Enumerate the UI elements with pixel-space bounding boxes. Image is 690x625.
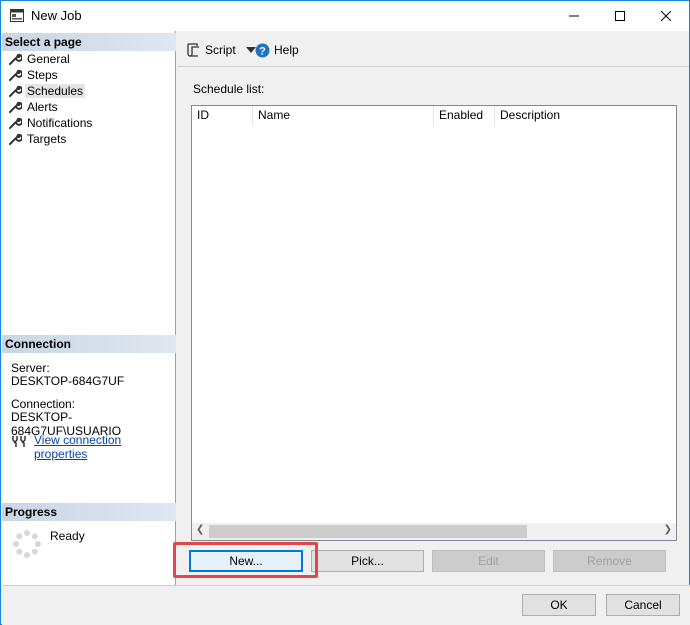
script-icon [187, 43, 199, 57]
page-item-targets[interactable]: Targets [8, 131, 66, 147]
toolbar: Script ? Help [177, 31, 689, 67]
left-pane: Select a page General Steps Schedules Al… [2, 31, 176, 585]
schedule-list[interactable]: ID Name Enabled Description ❮ ❯ [191, 105, 677, 541]
window-title: New Job [31, 8, 82, 23]
script-label: Script [205, 43, 236, 57]
page-item-label: Alerts [27, 100, 58, 114]
script-button[interactable]: Script [185, 42, 256, 58]
column-header-id[interactable]: ID [192, 106, 252, 126]
progress-status: Ready [50, 529, 85, 543]
schedule-list-label: Schedule list: [193, 82, 265, 96]
cancel-button[interactable]: Cancel [606, 594, 680, 616]
column-header-name[interactable]: Name [253, 106, 433, 126]
new-schedule-button[interactable]: New... [189, 550, 303, 572]
progress-spinner-icon [13, 530, 41, 558]
horizontal-scrollbar[interactable]: ❮ ❯ [192, 523, 676, 540]
connection-properties-icon [12, 436, 26, 447]
view-connection-properties-link[interactable]: View connection properties [34, 433, 175, 461]
wrench-icon [9, 117, 22, 129]
close-button[interactable] [643, 1, 689, 31]
wrench-icon [9, 69, 22, 81]
scroll-left-icon[interactable]: ❮ [196, 524, 204, 535]
maximize-icon [615, 11, 625, 21]
server-label: Server: [11, 361, 50, 375]
pick-schedule-button[interactable]: Pick... [311, 550, 424, 572]
minimize-button[interactable] [551, 1, 597, 31]
help-icon: ? [255, 43, 270, 57]
new-job-window: New Job Select a page General Steps Sche… [0, 0, 690, 625]
server-value: DESKTOP-684G7UF [11, 374, 125, 388]
page-item-steps[interactable]: Steps [8, 67, 58, 83]
ok-button[interactable]: OK [522, 594, 596, 616]
column-header-description[interactable]: Description [495, 106, 675, 126]
maximize-button[interactable] [597, 1, 643, 31]
page-item-schedules[interactable]: Schedules [8, 83, 86, 99]
svg-text:?: ? [259, 45, 266, 57]
wrench-icon [9, 133, 22, 145]
help-label: Help [274, 43, 299, 57]
connection-header: Connection [2, 335, 176, 353]
select-page-header: Select a page [2, 33, 176, 51]
schedules-panel: Schedule list: ID Name Enabled Descripti… [177, 68, 689, 585]
progress-header: Progress [2, 503, 176, 521]
title-bar: New Job [1, 1, 689, 31]
page-item-general[interactable]: General [8, 51, 70, 67]
wrench-icon [9, 53, 22, 65]
page-item-label: Targets [27, 132, 67, 146]
page-item-label: General [27, 52, 70, 66]
page-item-notifications[interactable]: Notifications [8, 115, 92, 131]
page-item-alerts[interactable]: Alerts [8, 99, 58, 115]
minimize-icon [569, 15, 579, 17]
close-icon [661, 11, 671, 21]
wrench-icon [9, 85, 22, 97]
scrollbar-thumb[interactable] [209, 525, 527, 538]
edit-schedule-button[interactable]: Edit [432, 550, 545, 572]
page-item-label: Steps [27, 68, 58, 82]
app-window-icon [10, 9, 24, 22]
column-header-enabled[interactable]: Enabled [434, 106, 494, 126]
remove-schedule-button[interactable]: Remove [553, 550, 666, 572]
page-item-label: Notifications [27, 116, 93, 130]
page-item-label: Schedules [25, 84, 86, 98]
wrench-icon [9, 101, 22, 113]
connection-label: Connection: [11, 397, 76, 411]
scroll-right-icon[interactable]: ❯ [664, 524, 672, 535]
help-button[interactable]: ? Help [255, 42, 299, 58]
